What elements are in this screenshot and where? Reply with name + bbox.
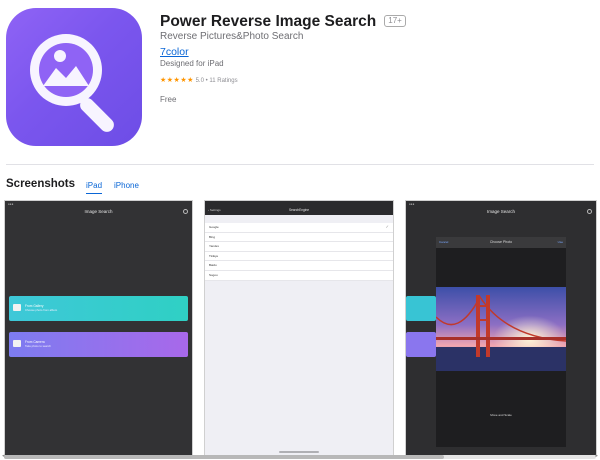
- screenshot-2[interactable]: ‹ Settings SearchEngine Google ✓ Bing Yan…: [204, 200, 394, 456]
- engine-label: Yandex: [209, 244, 219, 249]
- gear-icon: [587, 209, 592, 214]
- settings-nav-bar: ‹ Settings SearchEngine: [205, 201, 393, 215]
- modal-use: Use: [557, 240, 563, 244]
- engine-label: Google: [209, 225, 219, 229]
- engine-label: Baidu: [209, 263, 217, 268]
- scrollbar-thumb[interactable]: [4, 455, 444, 459]
- check-icon: ✓: [385, 224, 389, 229]
- engine-label: Sogou: [209, 272, 218, 277]
- screen-nav-title: Image Search: [84, 209, 113, 214]
- from-camera-card: From Camera Take photo to search: [9, 332, 188, 357]
- from-gallery-card: [406, 296, 436, 321]
- list-item: Baidu: [205, 261, 393, 271]
- golden-gate-bridge-image: [436, 287, 566, 371]
- designed-for-label: Designed for iPad: [160, 59, 224, 68]
- app-title: Power Reverse Image Search 17+: [160, 13, 406, 31]
- list-item: Yandex: [205, 242, 393, 252]
- scroll-right-icon[interactable]: ▸: [595, 453, 598, 459]
- engine-label: TinEye: [209, 253, 219, 258]
- choose-photo-modal: Cancel Choose Photo Use Move and Scale: [436, 237, 566, 447]
- modal-header: Cancel Choose Photo Use: [436, 237, 566, 248]
- screenshot-3[interactable]: ●●● Image Search Cancel Choose Photo Use: [405, 200, 597, 456]
- list-item: TinEye: [205, 252, 393, 262]
- camera-sublabel: Take photo to search: [25, 344, 51, 348]
- list-item: Bing: [205, 233, 393, 243]
- home-indicator: [279, 451, 319, 453]
- screenshots-heading: Screenshots: [6, 178, 76, 190]
- app-subtitle: Reverse Pictures&Photo Search: [160, 31, 304, 42]
- modal-footer: Move and Scale: [490, 413, 512, 417]
- tab-iphone[interactable]: iPhone: [114, 181, 139, 190]
- settings-nav-title: SearchEngine: [288, 208, 310, 212]
- app-title-text: Power Reverse Image Search: [160, 13, 377, 30]
- magnifier-photo-icon: [30, 34, 114, 132]
- rating-text: 5.0 • 11 Ratings: [195, 78, 238, 84]
- star-rating-icon: ★★★★★: [160, 77, 194, 84]
- camera-icon: [13, 340, 21, 347]
- gallery-icon: [13, 304, 21, 311]
- age-rating-badge: 17+: [384, 15, 406, 27]
- gallery-sublabel: Choose photo from album: [25, 308, 58, 312]
- developer-link[interactable]: 7color: [160, 46, 189, 58]
- screenshot-1[interactable]: ●●● Image Search From Gallery Choose pho…: [4, 200, 193, 456]
- from-camera-card: [406, 332, 436, 357]
- list-item: Google ✓: [205, 223, 393, 233]
- screen-nav-title: Image Search: [486, 209, 515, 214]
- horizontal-scrollbar[interactable]: ◂ ▸: [2, 453, 598, 459]
- status-bar: ●●●: [409, 202, 415, 206]
- tab-ipad[interactable]: iPad: [86, 181, 103, 194]
- bridge-photo: [436, 287, 566, 371]
- gear-icon: [183, 209, 188, 214]
- app-icon: [6, 8, 142, 146]
- engine-list: Google ✓ Bing Yandex TinEye Baidu Sogou: [205, 223, 393, 281]
- status-bar: ●●●: [8, 202, 14, 206]
- engine-label: Bing: [209, 234, 216, 239]
- list-item: Sogou: [205, 271, 393, 281]
- rating-row: ★★★★★ 5.0 • 11 Ratings: [160, 76, 238, 84]
- modal-title: Choose Photo: [489, 240, 513, 244]
- price-label: Free: [160, 95, 177, 104]
- section-divider: [6, 164, 594, 165]
- from-gallery-card: From Gallery Choose photo from album: [9, 296, 188, 321]
